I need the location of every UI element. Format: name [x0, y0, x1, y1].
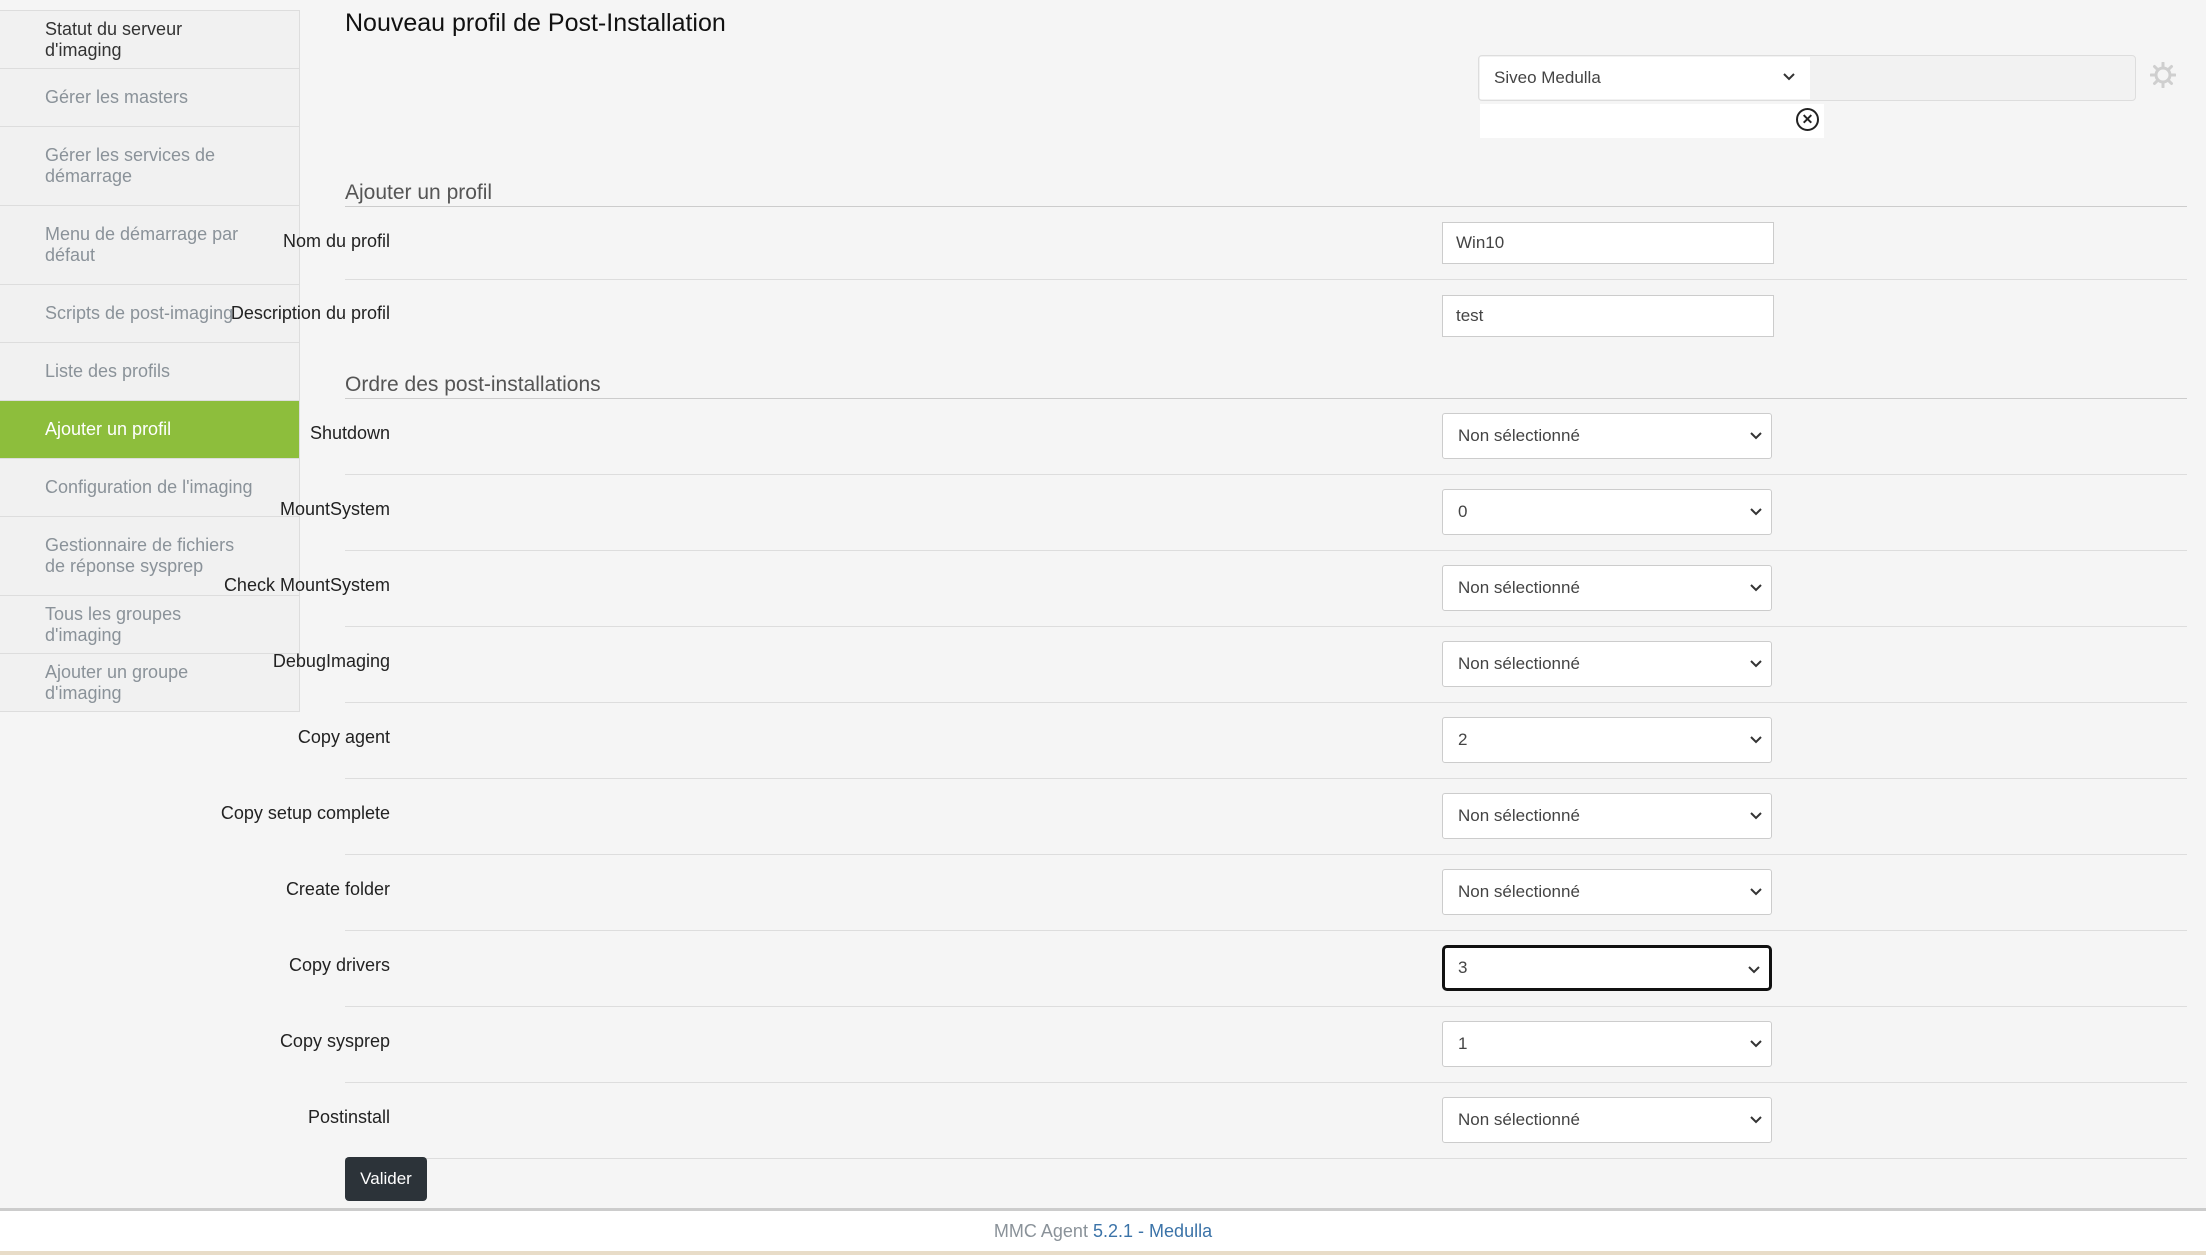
- postinstall-label: MountSystem: [279, 499, 390, 519]
- postinstall-label: Copy agent: [297, 727, 390, 747]
- footer: MMC Agent 5.2.1 - Medulla: [0, 1208, 2206, 1255]
- postinstall-order-select[interactable]: Non sélectionné: [1442, 565, 1772, 611]
- postinstall-order-value: Non sélectionné: [1458, 654, 1580, 673]
- chevron-down-icon: [1749, 731, 1763, 745]
- postinstall-order-value: Non sélectionné: [1458, 1110, 1580, 1129]
- chevron-down-icon: [1749, 1111, 1763, 1125]
- postinstall-row: Copy sysprep 1: [280, 1007, 2187, 1083]
- sidebar: Statut du serveur d'imaging Gérer les ma…: [0, 10, 300, 712]
- chevron-down-icon: [1749, 579, 1763, 593]
- postinstall-row: Check MountSystem Non sélectionné: [224, 551, 2187, 627]
- entity-select[interactable]: Siveo Medulla: [1480, 57, 1810, 99]
- postinstall-order-value: 3: [1458, 958, 1468, 977]
- footer-version: 5.2.1: [1092, 1221, 1134, 1241]
- profile-name-label: Nom du profil: [282, 231, 390, 251]
- form-row-name: Nom du profil: [283, 207, 2187, 280]
- postinstall-label: Check MountSystem: [223, 575, 390, 595]
- chevron-down-icon: [1749, 807, 1763, 821]
- postinstall-label: Copy drivers: [288, 955, 390, 975]
- sidebar-item-all-imaging-groups[interactable]: Tous les groupes d'imaging: [0, 596, 299, 654]
- chevron-down-icon: [1749, 655, 1763, 669]
- postinstall-label: Copy setup complete: [220, 803, 390, 823]
- sidebar-item-masters[interactable]: Gérer les masters: [0, 69, 299, 127]
- postinstall-order-value: Non sélectionné: [1458, 882, 1580, 901]
- postinstall-order-select[interactable]: Non sélectionné: [1442, 641, 1772, 687]
- section-title-order: Ordre des post-installations: [345, 373, 601, 396]
- profile-description-label: Description du profil: [230, 303, 390, 323]
- postinstall-order-select[interactable]: 3: [1442, 945, 1772, 991]
- postinstall-row: DebugImaging Non sélectionné: [273, 627, 2187, 703]
- postinstall-order-select[interactable]: 0: [1442, 489, 1772, 535]
- postinstall-order-select[interactable]: 1: [1442, 1021, 1772, 1067]
- form-row-description: Description du profil: [231, 280, 2187, 346]
- profile-name-input[interactable]: [1442, 222, 1774, 264]
- postinstall-label: Postinstall: [307, 1107, 390, 1127]
- postinstall-row: Postinstall Non sélectionné: [308, 1083, 2187, 1159]
- page-title: Nouveau profil de Post-Installation: [345, 9, 726, 37]
- footer-product: MMC Agent: [993, 1221, 1088, 1241]
- sidebar-item-server-status[interactable]: Statut du serveur d'imaging: [0, 11, 299, 69]
- chevron-down-icon: [1749, 427, 1763, 441]
- sidebar-item-profile-list[interactable]: Liste des profils: [0, 343, 299, 401]
- profile-description-input[interactable]: [1442, 295, 1774, 337]
- entity-sub-field: [1480, 104, 1824, 138]
- chevron-down-icon: [1747, 961, 1761, 975]
- postinstall-order-select[interactable]: 2: [1442, 717, 1772, 763]
- postinstall-order-select[interactable]: Non sélectionné: [1442, 413, 1772, 459]
- postinstall-order-value: 1: [1458, 1034, 1468, 1053]
- postinstall-order-value: 2: [1458, 730, 1468, 749]
- postinstall-label: Copy sysprep: [279, 1031, 390, 1051]
- postinstall-label: DebugImaging: [272, 651, 390, 671]
- postinstall-row: Copy agent 2: [298, 703, 2187, 779]
- sidebar-item-boot-services[interactable]: Gérer les services de démarrage: [0, 127, 299, 206]
- postinstall-order-value: Non sélectionné: [1458, 426, 1580, 445]
- chevron-down-icon: [1749, 883, 1763, 897]
- postinstall-label: Shutdown: [309, 423, 390, 443]
- chevron-down-icon: [1782, 69, 1796, 86]
- postinstall-order-value: Non sélectionné: [1458, 806, 1580, 825]
- footer-brand-link[interactable]: Medulla: [1149, 1221, 1212, 1241]
- postinstall-order-select[interactable]: Non sélectionné: [1442, 793, 1772, 839]
- chevron-down-icon: [1749, 503, 1763, 517]
- submit-button[interactable]: Valider: [345, 1157, 427, 1201]
- postinstall-order-select[interactable]: Non sélectionné: [1442, 869, 1772, 915]
- postinstall-label: Create folder: [285, 879, 390, 899]
- postinstall-row: Create folder Non sélectionné: [286, 855, 2187, 931]
- clear-icon[interactable]: ✕: [1796, 108, 1819, 131]
- footer-separator: -: [1138, 1221, 1145, 1241]
- postinstall-row: Copy setup complete Non sélectionné: [221, 779, 2187, 855]
- postinstall-row: Copy drivers 3: [289, 931, 2187, 1007]
- postinstall-order-value: Non sélectionné: [1458, 578, 1580, 597]
- postinstall-row: Shutdown Non sélectionné: [310, 399, 2187, 475]
- entity-select-value: Siveo Medulla: [1494, 68, 1601, 87]
- gear-icon[interactable]: [2149, 61, 2177, 89]
- chevron-down-icon: [1749, 1035, 1763, 1049]
- postinstall-order-value: 0: [1458, 502, 1468, 521]
- postinstall-row: MountSystem 0: [280, 475, 2187, 551]
- postinstall-order-select[interactable]: Non sélectionné: [1442, 1097, 1772, 1143]
- section-title-profile: Ajouter un profil: [345, 181, 493, 204]
